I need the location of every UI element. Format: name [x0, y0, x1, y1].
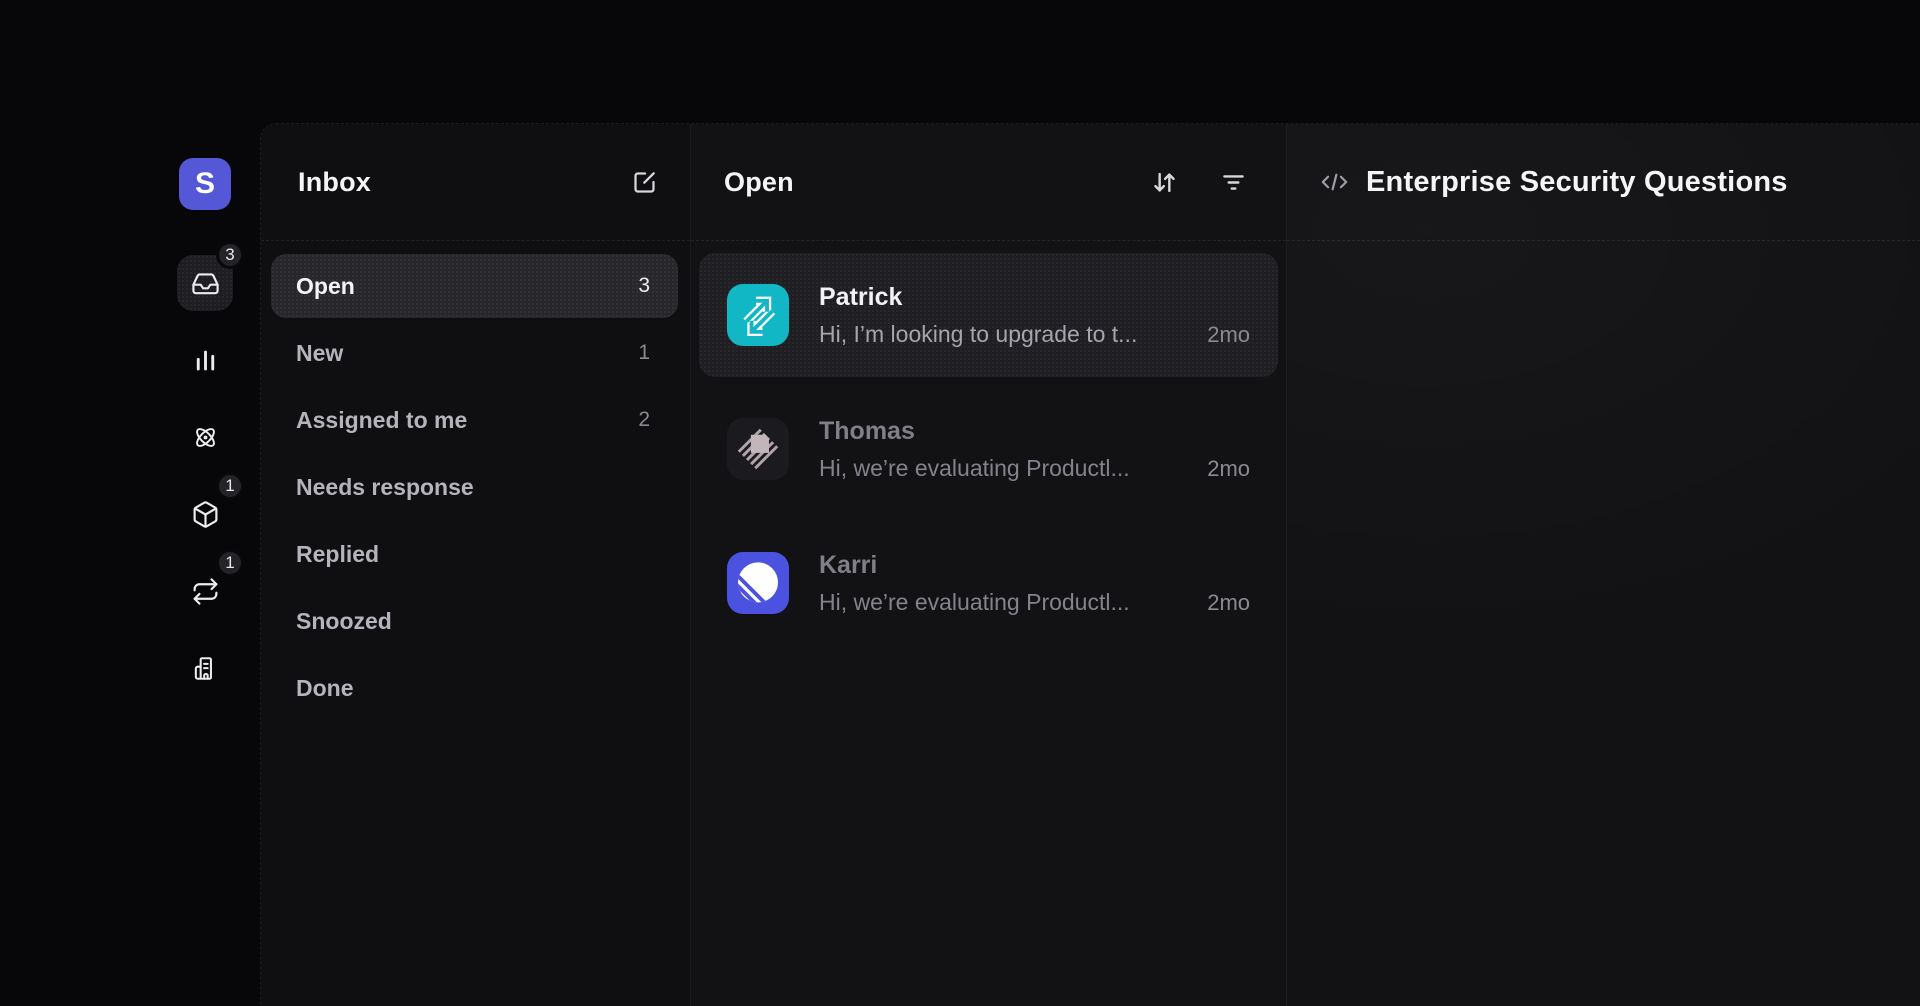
cube-icon	[191, 500, 220, 529]
conversation-name: Karri	[819, 551, 1250, 580]
conversation-time: 2mo	[1207, 590, 1250, 616]
conversation-list-panel: Open	[691, 124, 1287, 1006]
conversation-body	[1287, 241, 1920, 1006]
sidebar-item-automation[interactable]	[177, 409, 233, 465]
inbox-filter-open[interactable]: Open 3	[271, 254, 678, 318]
list-panel-header: Open	[691, 124, 1286, 241]
sort-button[interactable]	[1150, 168, 1179, 197]
filter-label: Needs response	[296, 474, 474, 501]
inbox-filter-assigned-to-me[interactable]: Assigned to me 2	[271, 388, 678, 452]
conversation-row-patrick[interactable]: Patrick Hi, I’m looking to upgrade to t.…	[699, 253, 1278, 377]
conversation-text: Thomas Hi, we’re evaluating Productl... …	[819, 417, 1250, 482]
filter-label: Open	[296, 273, 355, 300]
filter-count: 2	[638, 408, 650, 432]
sidebar-item-company[interactable]	[177, 640, 233, 696]
sidebar-item-inbox[interactable]: 3	[177, 255, 233, 311]
filter-button[interactable]	[1219, 168, 1248, 197]
conversation-detail-panel: Enterprise Security Questions	[1287, 124, 1920, 1006]
conversation-preview: Hi, we’re evaluating Productl...	[819, 589, 1189, 616]
app-logo[interactable]: S	[179, 158, 231, 210]
striped-diamond-icon	[727, 418, 789, 480]
sort-arrows-icon	[1150, 168, 1179, 197]
inbox-filter-list: Open 3 New 1 Assigned to me 2 Needs resp…	[261, 241, 690, 723]
sidebar-item-workflows[interactable]: 1	[177, 563, 233, 619]
workspace-panels: Inbox Open 3 New 1 Assign	[260, 123, 1920, 1006]
code-icon	[1318, 168, 1351, 196]
bar-chart-icon	[191, 346, 220, 375]
avatar	[727, 552, 789, 614]
inbox-filter-snoozed[interactable]: Snoozed	[271, 589, 678, 653]
compose-icon	[631, 169, 658, 196]
conversation-name: Patrick	[819, 283, 1250, 312]
app-root: S 3 1	[0, 0, 1920, 1006]
sidebar-item-products[interactable]: 1	[177, 486, 233, 542]
sidebar-item-reports[interactable]	[177, 332, 233, 388]
detail-panel-header: Enterprise Security Questions	[1287, 124, 1920, 241]
filter-label: New	[296, 340, 343, 367]
diagonal-arrows-icon	[727, 284, 789, 346]
filter-count: 3	[638, 274, 650, 298]
conversation-time: 2mo	[1207, 322, 1250, 348]
sidebar: S 3 1	[177, 158, 233, 717]
conversation-time: 2mo	[1207, 456, 1250, 482]
notification-badge: 3	[216, 241, 244, 269]
filter-label: Assigned to me	[296, 407, 467, 434]
inbox-filter-done[interactable]: Done	[271, 656, 678, 720]
filter-label: Done	[296, 675, 354, 702]
conversation-row-thomas[interactable]: Thomas Hi, we’re evaluating Productl... …	[699, 387, 1278, 511]
building-icon	[191, 654, 220, 683]
avatar	[727, 418, 789, 480]
conversation-text: Karri Hi, we’re evaluating Productl... 2…	[819, 551, 1250, 616]
inbox-filter-new[interactable]: New 1	[271, 321, 678, 385]
list-panel-title: Open	[724, 167, 794, 198]
filter-label: Snoozed	[296, 608, 392, 635]
conversation-row-karri[interactable]: Karri Hi, we’re evaluating Productl... 2…	[699, 521, 1278, 645]
conversation-text: Patrick Hi, I’m looking to upgrade to t.…	[819, 283, 1250, 348]
inbox-panel-title: Inbox	[298, 167, 371, 198]
atom-icon	[191, 423, 220, 452]
filter-label: Replied	[296, 541, 379, 568]
compose-button[interactable]	[631, 169, 658, 196]
avatar	[727, 284, 789, 346]
conversation-preview: Hi, we’re evaluating Productl...	[819, 455, 1189, 482]
inbox-filter-replied[interactable]: Replied	[271, 522, 678, 586]
inbox-panel: Inbox Open 3 New 1 Assign	[261, 124, 691, 1006]
sync-arrows-icon	[191, 577, 220, 606]
filter-count: 1	[638, 341, 650, 365]
notification-badge: 1	[216, 472, 244, 500]
conversation-title: Enterprise Security Questions	[1366, 166, 1788, 199]
notification-badge: 1	[216, 549, 244, 577]
inbox-panel-header: Inbox	[261, 124, 690, 241]
inbox-tray-icon	[191, 269, 220, 298]
conversation-list: Patrick Hi, I’m looking to upgrade to t.…	[691, 241, 1286, 655]
inbox-filter-needs-response[interactable]: Needs response	[271, 455, 678, 519]
filter-lines-icon	[1219, 168, 1248, 197]
list-header-actions	[1150, 168, 1248, 197]
conversation-name: Thomas	[819, 417, 1250, 446]
conversation-preview: Hi, I’m looking to upgrade to t...	[819, 321, 1189, 348]
striped-globe-icon	[727, 552, 789, 614]
